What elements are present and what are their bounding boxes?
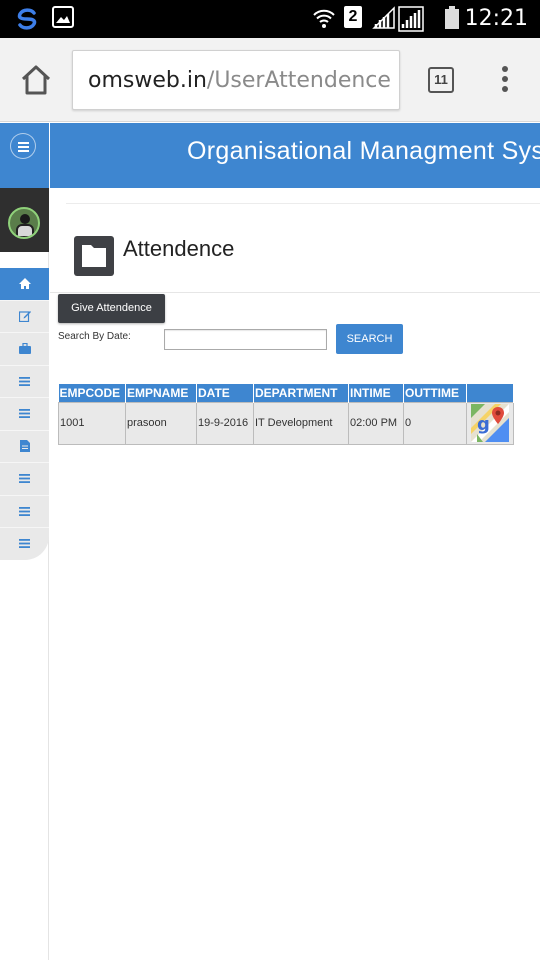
clock: 12:21 <box>464 6 528 31</box>
column-header-date: DATE <box>196 384 254 402</box>
sidebar-item-briefcase[interactable] <box>0 333 49 366</box>
sidebar-item-list-4[interactable] <box>0 496 49 528</box>
list-icon <box>19 506 30 516</box>
browser-toolbar: omsweb.in/UserAttendence 11 <box>0 38 540 122</box>
battery-icon <box>445 6 459 29</box>
give-attendance-button[interactable]: Give Attendence <box>58 294 165 323</box>
search-date-input[interactable] <box>164 329 327 350</box>
gallery-notification-icon <box>52 6 74 28</box>
sidebar-item-edit[interactable] <box>0 301 49 333</box>
sidebar <box>0 123 49 960</box>
url-bar[interactable]: omsweb.in/UserAttendence <box>72 50 400 110</box>
sync-app-icon <box>17 8 37 30</box>
cell-map: g <box>466 401 514 445</box>
home-icon <box>18 278 31 290</box>
edit-icon <box>18 311 31 323</box>
column-header-department: DEPARTMENT <box>253 384 349 402</box>
tab-switcher-button[interactable]: 11 <box>428 67 454 93</box>
column-header-map <box>466 384 514 402</box>
briefcase-icon <box>18 343 31 355</box>
url-path: /UserAttendence <box>206 68 391 93</box>
column-header-intime: INTIME <box>348 384 404 402</box>
column-header-empcode: EMPCODE <box>58 384 126 402</box>
cell-empname: prasoon <box>125 401 197 445</box>
web-page: Organisational Managment System Attenden… <box>0 123 540 960</box>
list-icon <box>19 539 30 549</box>
document-icon <box>19 440 30 453</box>
search-by-date-label: Search By Date: <box>58 331 131 342</box>
google-maps-icon[interactable]: g <box>471 404 509 442</box>
page-title: Attendence <box>123 236 235 261</box>
table-row: 1001 prasoon 19-9-2016 IT Development 02… <box>58 401 514 445</box>
list-icon <box>19 376 30 386</box>
table-header-row: EMPCODE EMPNAME DATE DEPARTMENT INTIME O… <box>58 384 514 402</box>
user-panel <box>0 188 49 252</box>
svg-text:g: g <box>477 414 490 435</box>
wifi-icon <box>313 9 335 28</box>
sidebar-header <box>0 123 49 188</box>
cell-empcode: 1001 <box>58 401 126 445</box>
overflow-menu-icon[interactable] <box>500 66 510 96</box>
sidebar-menu <box>0 268 49 560</box>
cell-intime: 02:00 PM <box>348 401 404 445</box>
app-title: Organisational Managment System <box>187 137 540 165</box>
menu-toggle-icon[interactable] <box>10 133 36 159</box>
signal-icon-1 <box>372 6 395 29</box>
cell-outtime: 0 <box>403 401 467 445</box>
top-header-bar: Organisational Managment System <box>50 123 540 188</box>
sidebar-item-document[interactable] <box>0 431 49 463</box>
cell-department: IT Development <box>253 401 349 445</box>
sidebar-item-list-3[interactable] <box>0 463 49 496</box>
search-button[interactable]: SEARCH <box>336 324 403 354</box>
avatar[interactable] <box>8 207 40 239</box>
list-icon <box>19 409 30 419</box>
cell-date: 19-9-2016 <box>196 401 254 445</box>
list-icon <box>19 474 30 484</box>
folder-icon <box>74 236 114 276</box>
sidebar-item-list-5[interactable] <box>0 528 49 560</box>
divider <box>50 292 540 293</box>
column-header-outtime: OUTTIME <box>403 384 467 402</box>
sidebar-item-list-2[interactable] <box>0 398 49 431</box>
sidebar-item-list-1[interactable] <box>0 366 49 398</box>
signal-icon-2 <box>398 6 424 32</box>
sim-slot-badge: 2 <box>344 6 362 28</box>
column-header-empname: EMPNAME <box>125 384 197 402</box>
attendance-table: EMPCODE EMPNAME DATE DEPARTMENT INTIME O… <box>58 384 514 445</box>
url-host: omsweb.in <box>88 68 207 93</box>
android-status-bar: 2 12:21 <box>0 0 540 38</box>
home-button-icon[interactable] <box>18 62 54 98</box>
divider <box>66 203 540 204</box>
sidebar-item-home[interactable] <box>0 268 49 301</box>
